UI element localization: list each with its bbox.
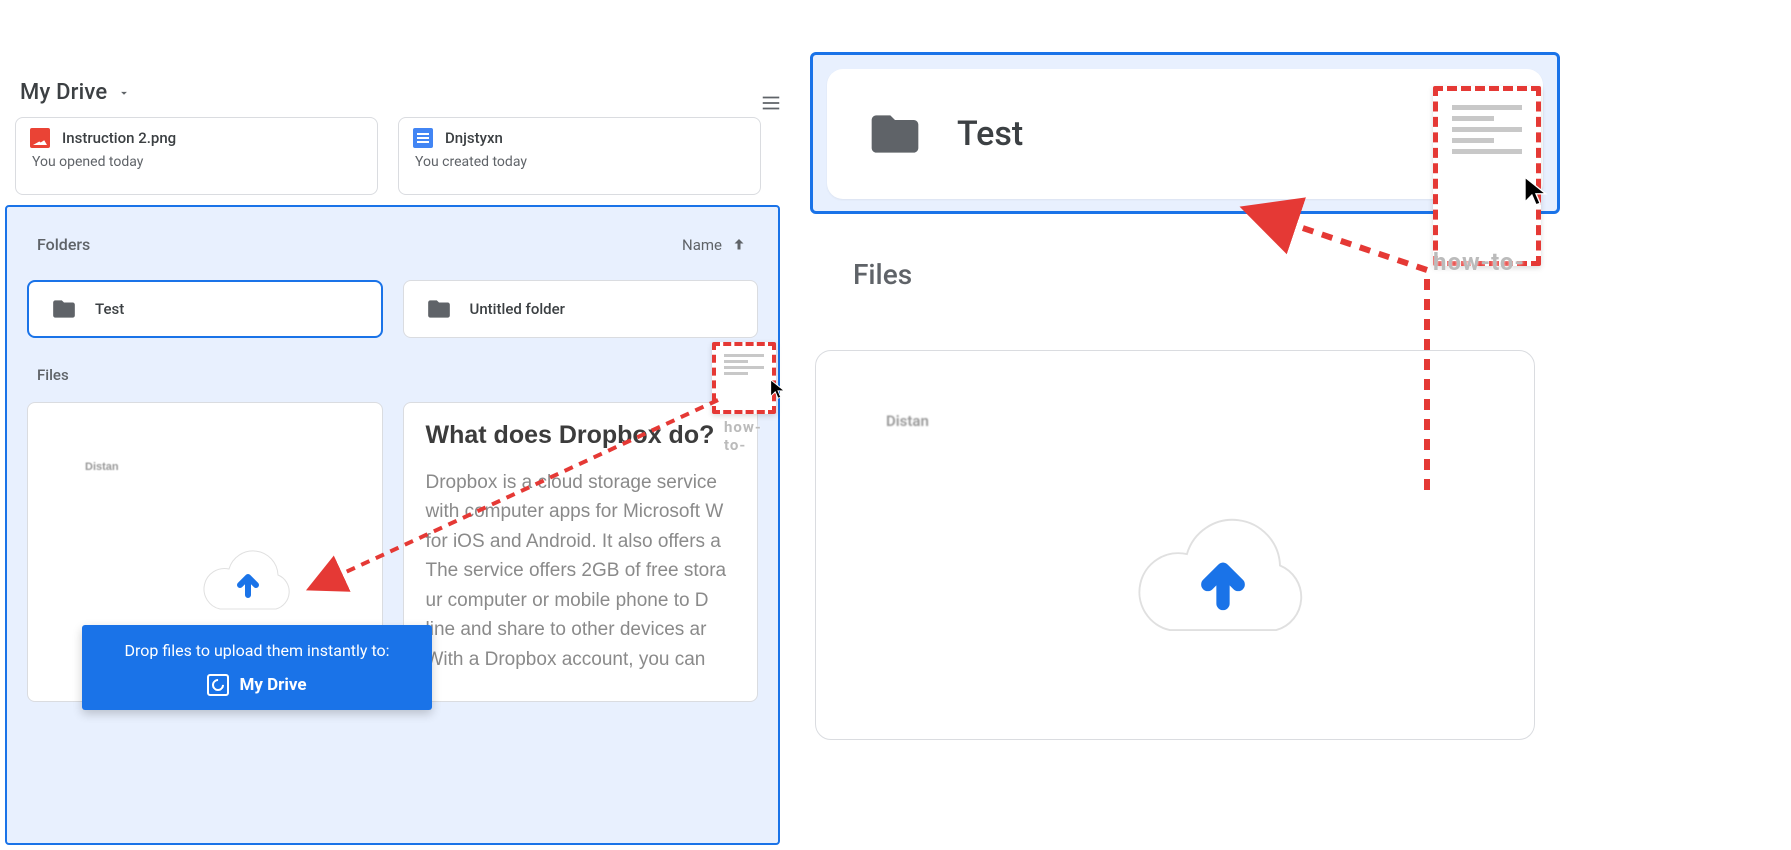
arrow-up-icon (730, 236, 748, 254)
dragged-file-caption: how-to- (724, 418, 780, 454)
list-layout-button[interactable] (760, 92, 782, 114)
upload-cloud-overlay (1173, 540, 1273, 614)
doc-preview-heading: What does Dropbox do? (426, 421, 736, 450)
recent-card-doc[interactable]: Dnjstyxn You created today (398, 117, 761, 195)
image-file-icon (30, 128, 50, 148)
dragged-file-caption: how-to- (1433, 248, 1525, 276)
recent-row: Instruction 2.png You opened today Dnjst… (15, 117, 761, 195)
cloud-upload-icon (1128, 509, 1318, 642)
breadcrumb[interactable]: My Drive (20, 80, 131, 105)
placeholder-blur-text: Distan (886, 412, 929, 430)
upload-cloud-overlay (198, 545, 298, 619)
mouse-cursor-icon (1520, 175, 1553, 208)
tooltip-line2: My Drive (239, 675, 306, 695)
upload-destination-tooltip: Drop files to upload them instantly to: … (82, 625, 432, 710)
recent-subtitle: You created today (415, 154, 746, 170)
drive-main-view: My Drive Instruction 2.png You opened to… (0, 0, 780, 850)
folder-untitled[interactable]: Untitled folder (403, 280, 758, 338)
breadcrumb-label: My Drive (20, 80, 107, 105)
folder-icon (51, 296, 77, 322)
drive-folder-drop-view: Test Files Distan how-to- (795, 0, 1791, 850)
drive-icon (207, 674, 229, 696)
sort-label: Name (682, 236, 722, 254)
placeholder-blur-text: Distan (85, 461, 119, 473)
mouse-cursor-icon (767, 378, 789, 400)
list-view-icon (760, 92, 782, 114)
gdoc-file-icon (413, 128, 433, 148)
folder-test[interactable]: Test (27, 280, 383, 338)
cloud-upload-icon (198, 545, 298, 615)
file-card-dropbox-doc[interactable]: What does Dropbox do? Dropbox is a cloud… (403, 402, 759, 702)
chevron-down-icon (117, 86, 131, 100)
recent-card-instruction2[interactable]: Instruction 2.png You opened today (15, 117, 378, 195)
folders-grid: Test Untitled folder (7, 280, 778, 338)
sort-control[interactable]: Name (682, 236, 748, 254)
doc-preview-body: Dropbox is a cloud storage service with … (426, 468, 736, 674)
folder-icon (867, 106, 923, 162)
recent-title: Dnjstyxn (445, 129, 503, 147)
tooltip-line1: Drop files to upload them instantly to: (96, 641, 418, 660)
folders-label: Folders (37, 235, 90, 254)
files-label: Files (37, 366, 778, 384)
folder-name: Untitled folder (470, 300, 565, 318)
recent-title: Instruction 2.png (62, 129, 176, 147)
folders-section-header: Folders Name (7, 207, 778, 280)
folder-icon (426, 296, 452, 322)
recent-subtitle: You opened today (32, 154, 363, 170)
folder-name: Test (95, 300, 124, 318)
files-label: Files (853, 258, 912, 291)
folder-name: Test (957, 114, 1023, 154)
drop-target-zone[interactable]: Folders Name Test Untitled folder Files … (5, 205, 780, 845)
